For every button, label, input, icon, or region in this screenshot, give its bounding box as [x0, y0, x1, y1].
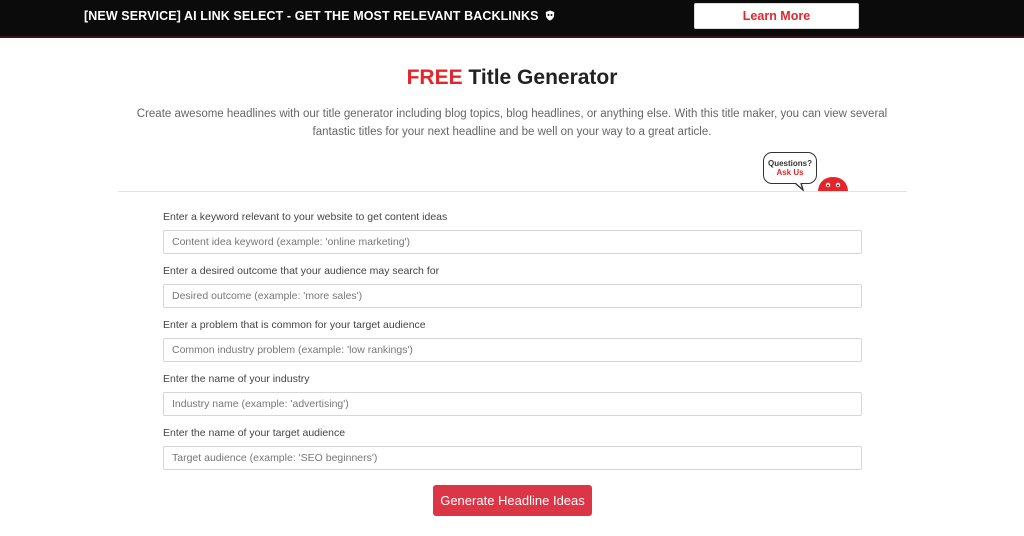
help-ask-us-text: Ask Us	[776, 168, 804, 177]
promo-banner-text: [NEW SERVICE] AI LINK SELECT - GET THE M…	[84, 9, 555, 23]
audience-label: Enter the name of your target audience	[163, 427, 346, 439]
learn-more-button[interactable]: Learn More	[694, 3, 859, 29]
bubble-tail-icon	[794, 183, 805, 191]
title-accent: FREE	[406, 66, 463, 89]
promo-banner: [NEW SERVICE] AI LINK SELECT - GET THE M…	[0, 0, 1024, 38]
section-divider	[118, 191, 907, 192]
title-text: Title Generator	[462, 66, 618, 89]
outcome-label: Enter a desired outcome that your audien…	[163, 265, 440, 277]
help-widget[interactable]: Questions? Ask Us	[760, 152, 860, 192]
keyword-input[interactable]	[163, 230, 862, 254]
industry-label: Enter the name of your industry	[163, 373, 310, 385]
page-description: Create awesome headlines with our title …	[136, 108, 888, 138]
generate-headline-ideas-button[interactable]: Generate Headline Ideas	[433, 485, 592, 516]
problem-input[interactable]	[163, 338, 862, 362]
outcome-input[interactable]	[163, 284, 862, 308]
shield-icon	[545, 10, 554, 21]
problem-label: Enter a problem that is common for your …	[163, 319, 426, 331]
mascot-icon[interactable]	[816, 176, 850, 192]
ask-us-bubble[interactable]: Questions? Ask Us	[763, 152, 817, 184]
page-title: FREE Title Generator	[0, 66, 1024, 90]
audience-input[interactable]	[163, 446, 862, 470]
keyword-label: Enter a keyword relevant to your website…	[163, 211, 448, 223]
help-question-text: Questions?	[767, 159, 812, 168]
industry-input[interactable]	[163, 392, 862, 416]
